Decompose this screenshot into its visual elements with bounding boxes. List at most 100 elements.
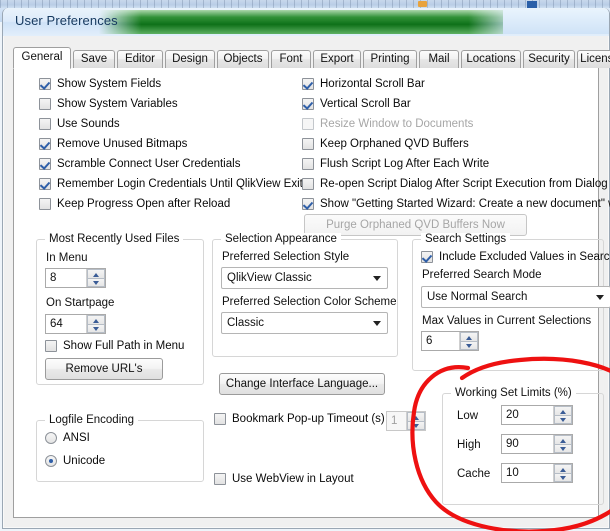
checkbox-label: Use WebView in Layout [232, 473, 354, 485]
screenshot-root: User Preferences General Save Editor Des… [0, 0, 610, 531]
checkbox-remember-login-credentials[interactable]: Remember Login Credentials Until QlikVie… [39, 178, 309, 190]
stepper-arrows[interactable] [553, 406, 572, 424]
on-startpage-value[interactable]: 64 [46, 315, 86, 333]
tab-security[interactable]: Security [523, 50, 575, 68]
checkbox-keep-orphaned-qvd-buffers[interactable]: Keep Orphaned QVD Buffers [302, 138, 469, 150]
checkbox-include-excluded-values-in-search[interactable]: Include Excluded Values in Search [421, 251, 610, 263]
radio-unicode[interactable]: Unicode [45, 455, 105, 467]
checkbox-scramble-connect-user-credentials[interactable]: Scramble Connect User Credentials [39, 158, 240, 170]
checkbox-box-icon[interactable] [39, 198, 51, 210]
checkbox-keep-progress-open-after-reload[interactable]: Keep Progress Open after Reload [39, 198, 230, 210]
preferred-search-mode-dropdown[interactable]: Use Normal Search [421, 286, 610, 308]
checkbox-label: Flush Script Log After Each Write [320, 158, 490, 170]
tab-editor[interactable]: Editor [117, 50, 163, 68]
tab-general[interactable]: General [13, 47, 71, 69]
stepper-down-icon[interactable] [554, 414, 572, 424]
working-set-cache-stepper[interactable]: 10 [501, 463, 573, 483]
max-values-value[interactable]: 6 [422, 332, 459, 350]
tab-save[interactable]: Save [73, 50, 115, 68]
checkbox-box-icon[interactable] [421, 251, 433, 263]
checkbox-use-sounds[interactable]: Use Sounds [39, 118, 120, 130]
working-set-high-stepper[interactable]: 90 [501, 434, 573, 454]
working-set-cache-value[interactable]: 10 [502, 464, 553, 482]
checkbox-flush-script-log[interactable]: Flush Script Log After Each Write [302, 158, 489, 170]
checkbox-label: Show System Fields [57, 78, 162, 90]
stepper-arrows[interactable] [86, 269, 105, 287]
tab-design[interactable]: Design [165, 50, 215, 68]
working-set-low-value[interactable]: 20 [502, 406, 553, 424]
stepper-up-icon[interactable] [554, 435, 572, 444]
stepper-up-icon[interactable] [87, 315, 105, 324]
working-set-low-stepper[interactable]: 20 [501, 405, 573, 425]
checkbox-box-icon[interactable] [39, 138, 51, 150]
checkbox-remove-unused-bitmaps[interactable]: Remove Unused Bitmaps [39, 138, 187, 150]
checkbox-label: Keep Progress Open after Reload [57, 198, 231, 210]
logfile-encoding-group: Logfile Encoding [36, 414, 204, 482]
tab-strip[interactable]: General Save Editor Design Objects Font … [13, 47, 610, 69]
stepper-down-icon[interactable] [460, 340, 478, 350]
tab-export[interactable]: Export [313, 50, 361, 68]
radio-dot-icon[interactable] [45, 455, 57, 467]
checkbox-box-icon[interactable] [214, 473, 226, 485]
stepper-arrows[interactable] [86, 315, 105, 333]
checkbox-label: Scramble Connect User Credentials [57, 158, 241, 170]
checkbox-use-webview-in-layout[interactable]: Use WebView in Layout [214, 473, 354, 485]
in-menu-label: In Menu [46, 252, 88, 264]
tab-printing[interactable]: Printing [363, 50, 417, 68]
group-caption: Selection Appearance [221, 233, 341, 245]
checkbox-reopen-script-dialog[interactable]: Re-open Script Dialog After Script Execu… [302, 178, 608, 190]
checkbox-box-icon[interactable] [302, 98, 314, 110]
working-set-high-value[interactable]: 90 [502, 435, 553, 453]
preferred-selection-color-scheme-dropdown[interactable]: Classic [221, 312, 388, 334]
in-menu-value[interactable]: 8 [46, 269, 86, 287]
stepper-arrows[interactable] [553, 435, 572, 453]
checkbox-box-icon[interactable] [302, 198, 314, 210]
radio-ansi[interactable]: ANSI [45, 432, 90, 444]
stepper-up-icon[interactable] [554, 406, 572, 415]
stepper-arrows[interactable] [553, 464, 572, 482]
checkbox-label: Re-open Script Dialog After Script Execu… [320, 178, 608, 190]
checkbox-vertical-scroll-bar[interactable]: Vertical Scroll Bar [302, 98, 411, 110]
stepper-up-icon[interactable] [87, 269, 105, 278]
desktop-background-top [0, 0, 610, 8]
remove-urls-button[interactable]: Remove URL's [45, 358, 163, 380]
checkbox-show-getting-started-wizard[interactable]: Show "Getting Started Wizard: Create a n… [302, 198, 610, 210]
checkbox-box-icon[interactable] [39, 98, 51, 110]
stepper-down-icon[interactable] [87, 277, 105, 287]
checkbox-box-icon[interactable] [45, 340, 57, 352]
checkbox-box-icon[interactable] [39, 178, 51, 190]
checkbox-box-icon[interactable] [39, 118, 51, 130]
tab-objects[interactable]: Objects [217, 50, 269, 68]
checkbox-box-icon[interactable] [302, 158, 314, 170]
preferred-selection-style-dropdown[interactable]: QlikView Classic [221, 267, 388, 289]
stepper-down-icon [407, 420, 425, 430]
checkbox-box-icon[interactable] [302, 178, 314, 190]
checkbox-show-system-variables[interactable]: Show System Variables [39, 98, 178, 110]
stepper-up-icon[interactable] [460, 332, 478, 341]
general-tab-panel: Show System Fields Show System Variables… [13, 68, 610, 518]
tab-mail[interactable]: Mail [419, 50, 459, 68]
radio-dot-icon[interactable] [45, 432, 57, 444]
stepper-down-icon[interactable] [87, 323, 105, 333]
checkbox-box-icon[interactable] [214, 413, 226, 425]
checkbox-box-icon[interactable] [39, 158, 51, 170]
on-startpage-stepper[interactable]: 64 [45, 314, 106, 334]
change-interface-language-button[interactable]: Change Interface Language... [219, 373, 385, 395]
title-bar-right-fill [503, 10, 609, 34]
stepper-up-icon[interactable] [554, 464, 572, 473]
checkbox-box-icon[interactable] [302, 78, 314, 90]
stepper-arrows[interactable] [459, 332, 478, 350]
checkbox-show-system-fields[interactable]: Show System Fields [39, 78, 161, 90]
tab-font[interactable]: Font [271, 50, 311, 68]
checkbox-box-icon[interactable] [39, 78, 51, 90]
max-values-stepper[interactable]: 6 [421, 331, 479, 351]
stepper-down-icon[interactable] [554, 472, 572, 482]
checkbox-horizontal-scroll-bar[interactable]: Horizontal Scroll Bar [302, 78, 425, 90]
checkbox-show-full-path-in-menu[interactable]: Show Full Path in Menu [45, 340, 184, 352]
in-menu-stepper[interactable]: 8 [45, 268, 106, 288]
tab-locations[interactable]: Locations [461, 50, 521, 68]
stepper-down-icon[interactable] [554, 443, 572, 453]
checkbox-box-icon[interactable] [302, 138, 314, 150]
tab-license[interactable]: License [577, 50, 610, 68]
checkbox-bookmark-popup-timeout[interactable]: Bookmark Pop-up Timeout (s) [214, 413, 385, 425]
